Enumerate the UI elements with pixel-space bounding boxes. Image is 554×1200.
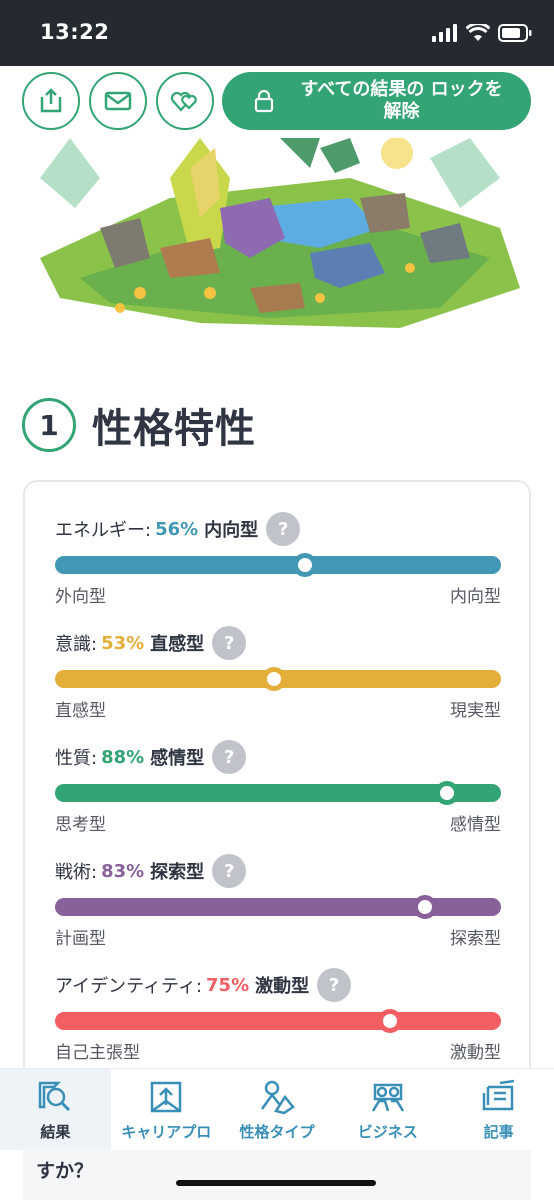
trait-identity: アイデンティティ: 75% 激動型 ? 自己主張型 激動型 <box>55 968 501 1063</box>
trait-bar <box>55 895 501 919</box>
help-icon[interactable]: ? <box>212 626 247 660</box>
hero-illustration <box>40 138 520 328</box>
trait-left-label: 計画型 <box>55 929 106 949</box>
trait-tactics: 戦術: 83% 探索型 ? 計画型 探索型 <box>55 854 501 949</box>
envelope-icon <box>104 91 132 111</box>
trait-name: エネルギー: <box>55 520 152 541</box>
trait-knob <box>435 781 460 805</box>
trait-type: 内向型 <box>204 520 259 541</box>
trait-percent: 83% <box>101 860 145 882</box>
trait-type: 感情型 <box>150 748 205 769</box>
trait-name: 戦術: <box>55 862 98 883</box>
help-icon[interactable]: ? <box>266 512 301 546</box>
section-heading: 性格特性 <box>92 406 256 452</box>
personality-types-icon <box>260 1080 295 1115</box>
trait-left-label: 外向型 <box>55 587 106 607</box>
battery-icon <box>498 24 532 42</box>
trait-knob <box>261 667 286 691</box>
trait-name: アイデンティティ: <box>55 976 203 997</box>
unlock-label: すべての結果の ロックを解除 <box>300 79 503 122</box>
trait-type: 激動型 <box>255 976 310 997</box>
trait-knob <box>413 895 438 919</box>
nav-label: 性格タイプ <box>239 1123 315 1141</box>
signal-icon <box>432 24 457 42</box>
trait-mind: 意識: 53% 直感型 ? 直感型 現実型 <box>55 626 501 721</box>
trait-knob <box>377 1009 402 1033</box>
status-time: 13:22 <box>40 20 110 44</box>
nav-articles[interactable]: 記事 <box>443 1069 554 1150</box>
status-bar: 13:22 <box>0 0 554 66</box>
trait-right-label: 現実型 <box>450 701 501 721</box>
trait-left-label: 思考型 <box>55 815 106 835</box>
trait-percent: 75% <box>206 974 250 996</box>
trait-energy: エネルギー: 56% 内向型 ? 外向型 内向型 <box>55 512 501 607</box>
trait-type: 探索型 <box>150 862 205 883</box>
trait-percent: 53% <box>101 632 145 654</box>
trait-left-label: 自己主張型 <box>55 1043 140 1063</box>
status-icons <box>432 24 532 42</box>
section-number: 1 <box>22 398 76 452</box>
trait-bar <box>55 667 501 691</box>
unlock-all-results-button[interactable]: すべての結果の ロックを解除 <box>222 72 531 130</box>
trait-right-label: 激動型 <box>450 1043 501 1063</box>
trait-bar <box>55 781 501 805</box>
help-icon[interactable]: ? <box>317 968 352 1002</box>
nav-label: ビジネス <box>357 1123 418 1141</box>
trait-right-label: 感情型 <box>450 815 501 835</box>
results-icon <box>39 1081 71 1112</box>
nav-label: 記事 <box>483 1123 514 1141</box>
email-button[interactable] <box>89 72 147 130</box>
hearts-icon <box>170 91 197 112</box>
help-icon[interactable]: ? <box>212 740 247 774</box>
nav-label: 結果 <box>40 1123 71 1141</box>
trait-name: 性質: <box>55 748 98 769</box>
trait-percent: 56% <box>155 518 199 540</box>
home-indicator <box>176 1180 376 1186</box>
trait-right-label: 内向型 <box>450 587 501 607</box>
wifi-icon <box>466 24 490 41</box>
help-icon[interactable]: ? <box>212 854 247 888</box>
trait-bar <box>55 1009 501 1033</box>
share-icon <box>40 88 62 113</box>
trait-knob <box>292 553 317 577</box>
section-title: 1 性格特性 <box>22 396 256 454</box>
action-bar: すべての結果の ロックを解除 <box>0 66 554 138</box>
trait-type: 直感型 <box>150 634 205 655</box>
nav-career[interactable]: キャリアプロ <box>111 1069 222 1150</box>
share-button[interactable] <box>22 72 80 130</box>
articles-icon <box>482 1079 514 1111</box>
career-icon <box>150 1081 182 1113</box>
trait-right-label: 探索型 <box>450 929 501 949</box>
personality-traits-card: エネルギー: 56% 内向型 ? 外向型 内向型 意識: 53% 直感型 ? 直… <box>23 480 531 1120</box>
nav-results[interactable]: 結果 <box>0 1069 111 1150</box>
lock-icon <box>254 89 274 113</box>
business-icon <box>371 1083 404 1112</box>
bottom-nav: 結果 キャリアプロ 性格タイプ ビジネス 記事 <box>0 1068 554 1150</box>
nav-personality-types[interactable]: 性格タイプ <box>222 1069 333 1150</box>
compare-friends-button[interactable] <box>156 72 214 130</box>
nav-business[interactable]: ビジネス <box>332 1069 443 1150</box>
trait-percent: 88% <box>101 746 145 768</box>
trait-nature: 性質: 88% 感情型 ? 思考型 感情型 <box>55 740 501 835</box>
trait-left-label: 直感型 <box>55 701 106 721</box>
trait-bar <box>55 553 501 577</box>
nav-label: キャリアプロ <box>121 1123 212 1141</box>
trait-name: 意識: <box>55 634 98 655</box>
